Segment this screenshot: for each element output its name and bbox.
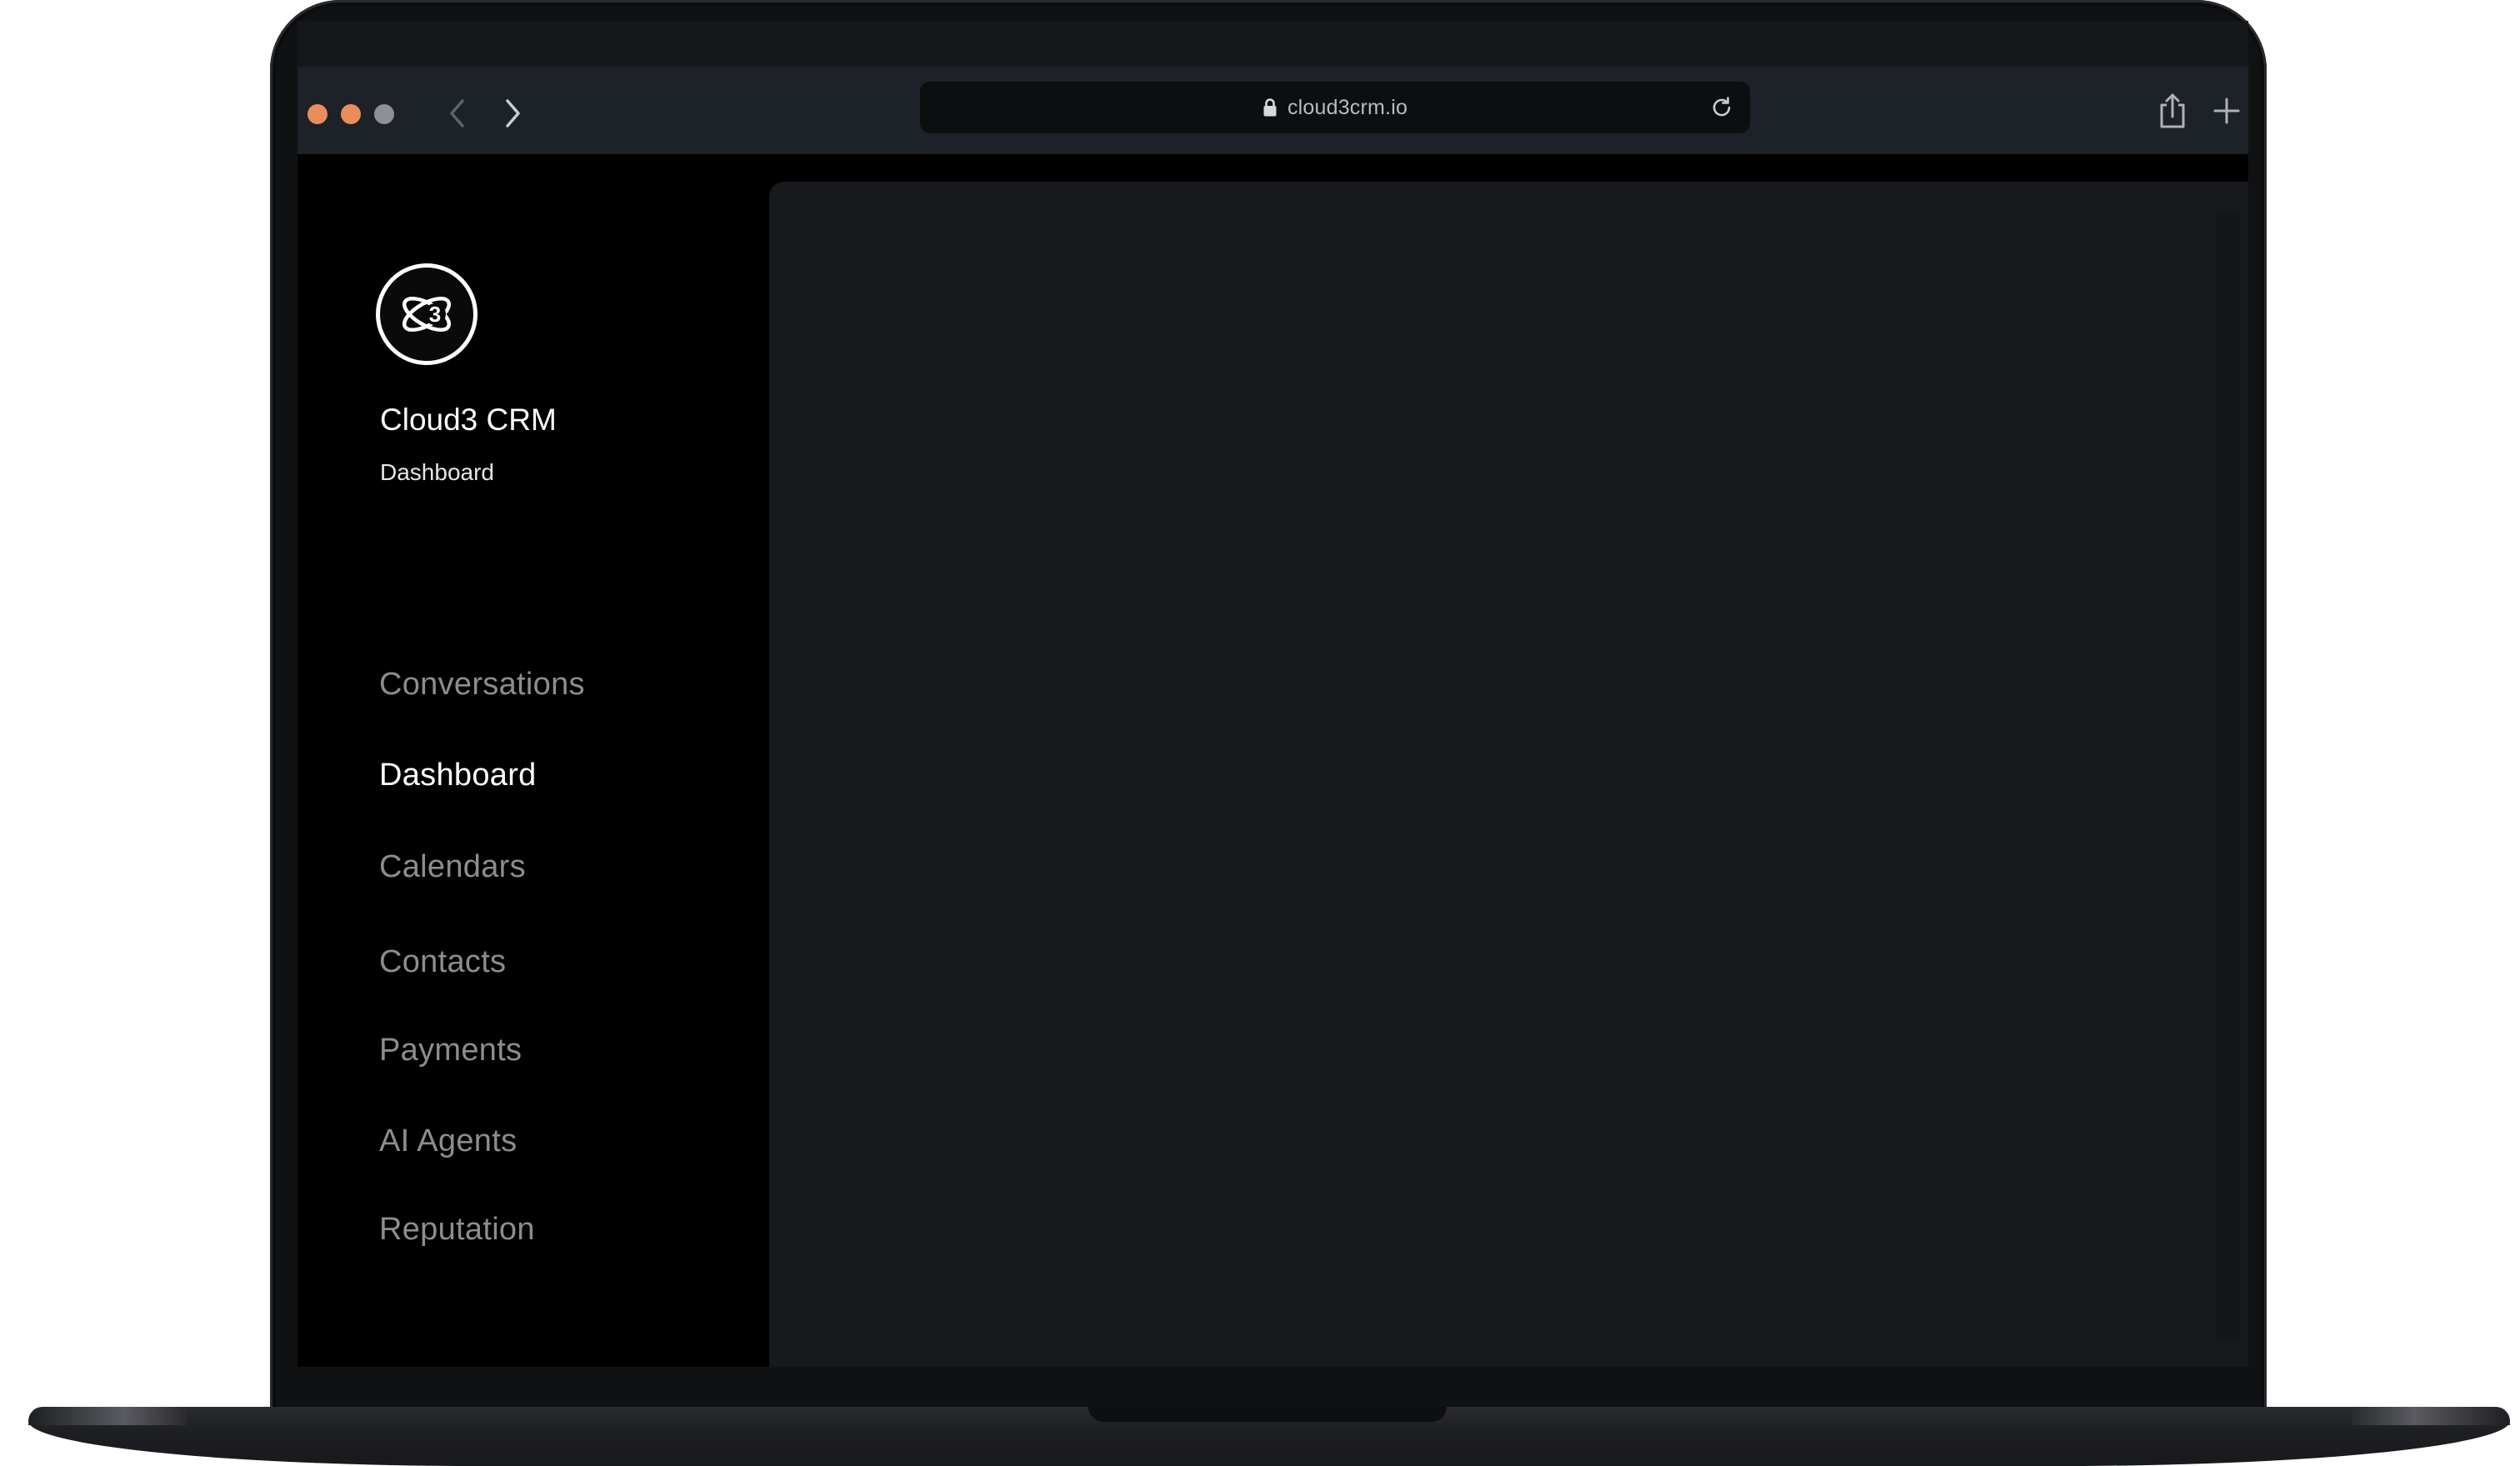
minimize-window-button[interactable] [341, 104, 361, 124]
laptop-base-highlight-right [2352, 1407, 2510, 1425]
share-icon[interactable] [2156, 92, 2189, 130]
back-button[interactable] [442, 97, 472, 130]
logo-digit: 3 [429, 302, 441, 327]
forward-button[interactable] [498, 97, 528, 130]
chevron-left-icon [450, 99, 464, 128]
address-bar-content: cloud3crm.io [920, 82, 1750, 133]
browser-window: cloud3crm.io 3 Cloud3 CRM Dashboard Conv… [298, 21, 2248, 1367]
browser-toolbar: cloud3crm.io [298, 67, 2248, 154]
maximize-window-button[interactable] [374, 104, 394, 124]
sidebar: 3 Cloud3 CRM Dashboard Conversations Das… [298, 154, 769, 1367]
sidebar-item-conversations[interactable]: Conversations [379, 667, 585, 703]
laptop-base-highlight-left [28, 1407, 187, 1425]
sidebar-item-payments[interactable]: Payments [379, 1033, 522, 1068]
sidebar-item-reputation[interactable]: Reputation [379, 1212, 535, 1248]
main-scroll-track[interactable] [2215, 209, 2240, 1339]
url-text: cloud3crm.io [1287, 95, 1408, 119]
atom-logo-mark: 3 [402, 296, 452, 333]
sidebar-item-dashboard[interactable]: Dashboard [379, 758, 537, 793]
app-page: 3 Cloud3 CRM Dashboard Conversations Das… [298, 154, 2248, 1367]
address-bar[interactable]: cloud3crm.io [920, 82, 1750, 133]
laptop-mockup: cloud3crm.io 3 Cloud3 CRM Dashboard Conv… [0, 0, 2520, 1466]
atom-three-logo[interactable]: 3 [376, 263, 478, 365]
sidebar-item-contacts[interactable]: Contacts [379, 944, 506, 980]
brand-subtitle: Dashboard [380, 459, 494, 485]
main-content-panel[interactable] [769, 182, 2248, 1367]
reload-icon[interactable] [1708, 94, 1735, 121]
laptop-notch [1088, 1407, 1447, 1422]
brand-title: Cloud3 CRM [380, 403, 557, 437]
sidebar-item-calendars[interactable]: Calendars [379, 849, 526, 885]
lock-icon [1263, 98, 1277, 117]
sidebar-item-ai-agents[interactable]: AI Agents [379, 1123, 517, 1159]
close-window-button[interactable] [308, 104, 328, 124]
tab-strip [298, 21, 2248, 67]
plus-icon[interactable] [2212, 97, 2241, 125]
chevron-right-icon [506, 99, 520, 128]
